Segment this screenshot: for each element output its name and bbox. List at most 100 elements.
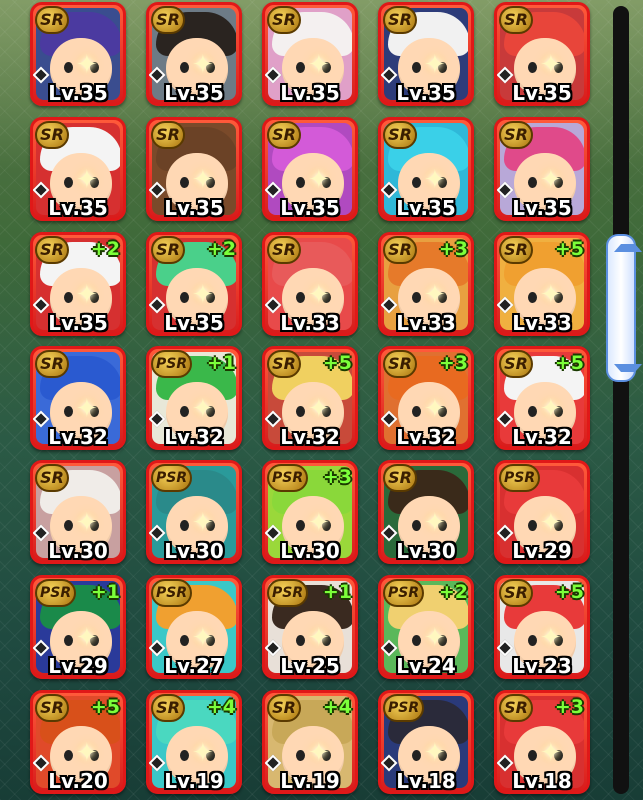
character-card[interactable]: ✦ SR +3 Lv.18 (494, 690, 590, 794)
sparkle-icon: ✦ (308, 508, 330, 538)
character-card[interactable]: ✦ PSR +2 Lv.24 (378, 575, 474, 679)
character-card[interactable]: ✦ SR +3 Lv.33 (378, 232, 474, 336)
character-card[interactable]: ✦ SR Lv.35 (262, 2, 358, 106)
level-label: Lv.35 (512, 196, 572, 220)
scrollbar-track[interactable] (613, 6, 629, 794)
sparkle-icon: ✦ (192, 394, 214, 424)
sparkle-icon: ✦ (76, 623, 98, 653)
rarity-badge: PSR (151, 464, 193, 492)
character-card[interactable]: ✦ SR Lv.35 (378, 117, 474, 221)
level-label: Lv.35 (280, 196, 340, 220)
character-card[interactable]: ✦ SR Lv.35 (30, 117, 126, 221)
character-card[interactable]: ✦ PSR +3 Lv.30 (262, 460, 358, 564)
eye-left (180, 750, 189, 761)
character-card[interactable]: ✦ SR +5 Lv.32 (262, 346, 358, 450)
eye-left (412, 177, 421, 188)
rarity-badge: SR (151, 6, 185, 34)
character-card[interactable]: ✦ SR Lv.35 (146, 2, 242, 106)
level-label: Lv.19 (164, 769, 224, 793)
sparkle-icon: ✦ (76, 738, 98, 768)
level-label: Lv.30 (164, 539, 224, 563)
rarity-badge: SR (383, 464, 417, 492)
sparkle-icon: ✦ (192, 50, 214, 80)
rarity-badge: SR (151, 121, 185, 149)
character-card[interactable]: ✦ SR +5 Lv.32 (494, 346, 590, 450)
rarity-badge: PSR (35, 579, 77, 607)
level-label: Lv.19 (280, 769, 340, 793)
sparkle-icon: ✦ (76, 394, 98, 424)
bonus-badge: +5 (90, 696, 120, 718)
level-label: Lv.35 (396, 81, 456, 105)
character-card[interactable]: ✦ SR +5 Lv.23 (494, 575, 590, 679)
eye-left (528, 62, 537, 73)
level-label: Lv.30 (280, 539, 340, 563)
eye-left (296, 62, 305, 73)
character-card[interactable]: ✦ PSR +1 Lv.29 (30, 575, 126, 679)
character-card[interactable]: ✦ SR +3 Lv.32 (378, 346, 474, 450)
rarity-badge: SR (267, 694, 301, 722)
character-card[interactable]: ✦ PSR +1 Lv.25 (262, 575, 358, 679)
sparkle-icon: ✦ (308, 50, 330, 80)
character-card[interactable]: ✦ SR Lv.30 (378, 460, 474, 564)
eye-left (180, 62, 189, 73)
character-card[interactable]: ✦ SR Lv.35 (262, 117, 358, 221)
sparkle-icon: ✦ (76, 50, 98, 80)
eye-left (412, 635, 421, 646)
rarity-badge: SR (267, 6, 301, 34)
sparkle-icon: ✦ (76, 165, 98, 195)
character-card[interactable]: ✦ SR Lv.35 (30, 2, 126, 106)
eye-left (412, 406, 421, 417)
character-card[interactable]: ✦ PSR Lv.27 (146, 575, 242, 679)
sparkle-icon: ✦ (540, 394, 562, 424)
character-card[interactable]: ✦ SR Lv.32 (30, 346, 126, 450)
character-card[interactable]: ✦ SR +5 Lv.33 (494, 232, 590, 336)
level-label: Lv.35 (164, 196, 224, 220)
sparkle-icon: ✦ (540, 280, 562, 310)
bonus-badge: +2 (90, 238, 120, 260)
rarity-badge: SR (151, 236, 185, 264)
character-card[interactable]: ✦ SR +4 Lv.19 (146, 690, 242, 794)
character-card[interactable]: ✦ PSR Lv.29 (494, 460, 590, 564)
character-card[interactable]: ✦ PSR +1 Lv.32 (146, 346, 242, 450)
level-label: Lv.33 (280, 311, 340, 335)
level-label: Lv.29 (512, 539, 572, 563)
scroll-up-grip-icon (614, 244, 642, 252)
eye-left (64, 406, 73, 417)
level-label: Lv.18 (512, 769, 572, 793)
character-card[interactable]: ✦ SR Lv.35 (378, 2, 474, 106)
level-label: Lv.35 (280, 81, 340, 105)
bonus-badge: +1 (206, 352, 236, 374)
rarity-badge: SR (383, 236, 417, 264)
eye-left (412, 292, 421, 303)
sparkle-icon: ✦ (76, 280, 98, 310)
rarity-badge: PSR (267, 464, 309, 492)
rarity-badge: SR (383, 121, 417, 149)
eye-left (296, 520, 305, 531)
bonus-badge: +5 (554, 238, 584, 260)
scrollbar-thumb[interactable] (606, 234, 642, 382)
rarity-badge: SR (35, 694, 69, 722)
character-card[interactable]: ✦ PSR Lv.18 (378, 690, 474, 794)
level-label: Lv.32 (48, 425, 108, 449)
bonus-badge: +3 (438, 352, 468, 374)
character-card[interactable]: ✦ SR Lv.35 (146, 117, 242, 221)
sparkle-icon: ✦ (192, 738, 214, 768)
character-card[interactable]: ✦ SR +2 Lv.35 (30, 232, 126, 336)
eye-left (180, 406, 189, 417)
character-card[interactable]: ✦ SR +5 Lv.20 (30, 690, 126, 794)
level-label: Lv.33 (512, 311, 572, 335)
sparkle-icon: ✦ (192, 508, 214, 538)
character-card[interactable]: ✦ SR +2 Lv.35 (146, 232, 242, 336)
sparkle-icon: ✦ (308, 623, 330, 653)
rarity-badge: PSR (267, 579, 309, 607)
scroll-down-grip-icon (614, 364, 642, 372)
rarity-badge: SR (151, 694, 185, 722)
character-card[interactable]: ✦ SR +4 Lv.19 (262, 690, 358, 794)
sparkle-icon: ✦ (424, 623, 446, 653)
character-card[interactable]: ✦ SR Lv.35 (494, 2, 590, 106)
character-card[interactable]: ✦ SR Lv.30 (30, 460, 126, 564)
character-card[interactable]: ✦ SR Lv.33 (262, 232, 358, 336)
character-card[interactable]: ✦ SR Lv.35 (494, 117, 590, 221)
bonus-badge: +4 (322, 696, 352, 718)
character-card[interactable]: ✦ PSR Lv.30 (146, 460, 242, 564)
